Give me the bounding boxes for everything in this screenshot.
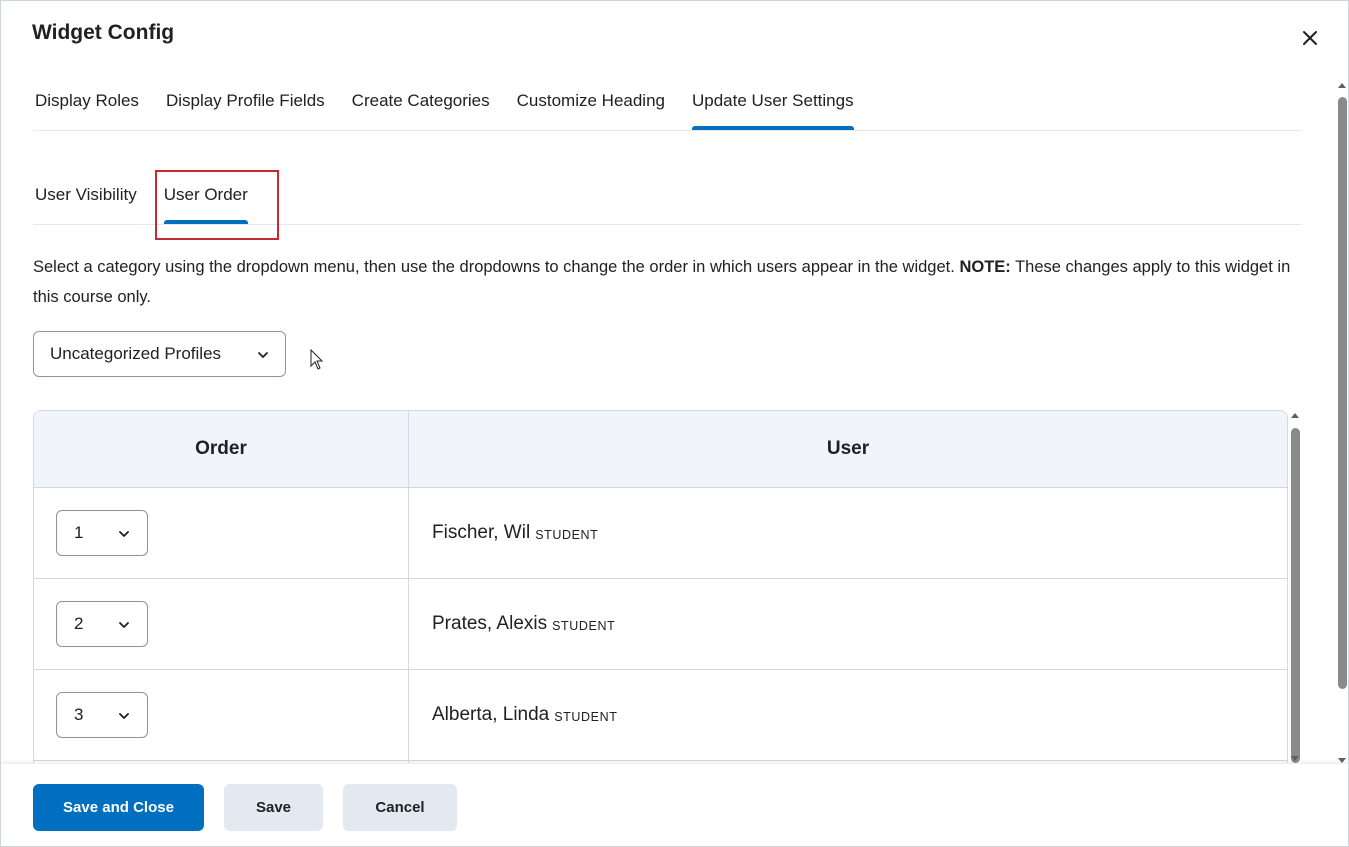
order-cell: 2: [34, 579, 409, 669]
cancel-button[interactable]: Cancel: [343, 784, 457, 831]
scroll-up-arrow-icon[interactable]: [1338, 83, 1346, 88]
order-select[interactable]: 1: [56, 510, 148, 556]
scrollbar-thumb[interactable]: [1291, 428, 1300, 763]
dialog-scrollbar[interactable]: [1336, 83, 1348, 763]
dialog-footer: Save and Close Save Cancel: [1, 763, 1348, 846]
save-and-close-button[interactable]: Save and Close: [33, 784, 204, 831]
mouse-pointer-icon: [310, 349, 324, 370]
user-name: Prates, Alexis: [432, 613, 548, 634]
chevron-down-icon: [258, 352, 268, 358]
note-label: NOTE:: [959, 258, 1011, 276]
main-tabs: Display Roles Display Profile Fields Cre…: [33, 79, 1302, 131]
user-name: Fischer, Wil: [432, 522, 531, 543]
category-select[interactable]: Uncategorized Profiles: [33, 331, 286, 377]
user-cell: Prates, Alexis STUDENT: [409, 579, 1287, 669]
order-select-value: 2: [74, 614, 84, 633]
close-icon: [1303, 31, 1317, 45]
instructions-main: Select a category using the dropdown men…: [33, 258, 955, 276]
save-button[interactable]: Save: [224, 784, 323, 831]
tab-display-roles[interactable]: Display Roles: [35, 79, 139, 130]
tab-update-user-settings[interactable]: Update User Settings: [692, 79, 854, 130]
chevron-down-icon: [119, 713, 129, 719]
sub-tabs: User Visibility User Order: [33, 173, 1302, 225]
chevron-down-icon: [119, 531, 129, 537]
order-select-value: 3: [74, 705, 84, 724]
scroll-down-arrow-icon[interactable]: [1291, 756, 1299, 761]
close-button[interactable]: [1297, 25, 1323, 51]
table-header: Order User: [34, 411, 1287, 488]
table-row: 3 Alberta, Linda STUDENT: [34, 670, 1287, 761]
scroll-up-arrow-icon[interactable]: [1291, 413, 1299, 418]
table-scrollbar[interactable]: [1289, 413, 1302, 763]
order-cell: 3: [34, 670, 409, 760]
order-column-header: Order: [34, 411, 409, 487]
dialog-title: Widget Config: [32, 21, 175, 44]
user-name: Alberta, Linda: [432, 704, 550, 725]
subtab-user-visibility[interactable]: User Visibility: [35, 173, 137, 224]
chevron-down-icon: [119, 622, 129, 628]
user-order-table: Order User 1 Fischer, Wil STUDENT 2 Prat…: [33, 410, 1288, 770]
order-cell: 1: [34, 488, 409, 578]
user-cell: Alberta, Linda STUDENT: [409, 670, 1287, 760]
user-role: STUDENT: [552, 618, 616, 633]
table-row: 2 Prates, Alexis STUDENT: [34, 579, 1287, 670]
tab-display-profile-fields[interactable]: Display Profile Fields: [166, 79, 325, 130]
order-select-value: 1: [74, 523, 84, 542]
subtab-user-order[interactable]: User Order: [163, 173, 248, 224]
scrollbar-thumb[interactable]: [1338, 97, 1347, 689]
user-role: STUDENT: [554, 709, 618, 724]
tab-create-categories[interactable]: Create Categories: [352, 79, 490, 130]
order-select[interactable]: 3: [56, 692, 148, 738]
instructions-text: Select a category using the dropdown men…: [33, 252, 1293, 312]
widget-config-dialog: Widget Config Display Roles Display Prof…: [0, 0, 1349, 847]
user-role: STUDENT: [535, 527, 599, 542]
order-select[interactable]: 2: [56, 601, 148, 647]
category-select-value: Uncategorized Profiles: [50, 344, 222, 363]
table-row: 1 Fischer, Wil STUDENT: [34, 488, 1287, 579]
user-column-header: User: [826, 438, 870, 459]
tab-customize-heading[interactable]: Customize Heading: [517, 79, 665, 130]
user-cell: Fischer, Wil STUDENT: [409, 488, 1287, 578]
